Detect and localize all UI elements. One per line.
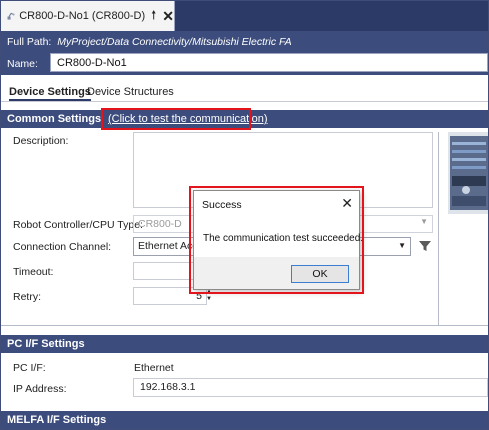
tab-title: CR800-D-No1 (CR800-D)	[19, 10, 146, 22]
retry-label: Retry:	[13, 291, 42, 303]
robot-controller-value: CR800-D	[138, 218, 182, 230]
ip-address-input[interactable]: 192.168.3.1	[133, 378, 488, 397]
close-tab-icon[interactable]: ✕	[162, 8, 174, 25]
pc-if-settings-title: PC I/F Settings	[7, 338, 85, 350]
robot-controller-label: Robot Controller/CPU Type:	[13, 219, 143, 231]
pc-if-settings-header: PC I/F Settings	[1, 335, 488, 353]
description-label: Description:	[13, 135, 69, 147]
filter-icon[interactable]	[418, 239, 432, 253]
pc-if-label: PC I/F:	[13, 362, 46, 374]
connection-channel-label: Connection Channel:	[13, 241, 112, 253]
horizontal-divider	[1, 325, 488, 326]
pc-if-value: Ethernet	[134, 362, 174, 374]
settings-tabs: Device Settings Device Structures	[1, 83, 488, 103]
pin-icon[interactable]: 🠕	[151, 6, 156, 27]
full-path: Full Path: MyProject/Data Connectivity/M…	[7, 36, 292, 48]
ip-address-value: 192.168.3.1	[140, 381, 196, 393]
ip-address-label: IP Address:	[13, 383, 67, 395]
melfa-if-settings-header: MELFA I/F Settings	[1, 411, 488, 429]
dropdown-arrow-icon: ▼	[398, 241, 406, 250]
device-icon	[7, 12, 15, 20]
dropdown-arrow-icon: ▼	[420, 217, 428, 226]
path-name-panel: Full Path: MyProject/Data Connectivity/M…	[1, 31, 488, 75]
common-settings-title: Common Settings	[7, 113, 102, 125]
document-tab[interactable]: CR800-D-No1 (CR800-D) 🠕 ✕	[1, 1, 175, 31]
full-path-value: MyProject/Data Connectivity/Mitsubishi E…	[57, 36, 292, 48]
robot-controller-icon	[448, 132, 488, 214]
full-path-label: Full Path:	[7, 36, 52, 48]
tab-device-structures[interactable]: Device Structures	[87, 86, 174, 98]
name-label: Name:	[7, 58, 38, 70]
tab-divider	[1, 101, 488, 102]
highlight-box-dialog	[189, 186, 364, 294]
device-settings-window: CR800-D-No1 (CR800-D) 🠕 ✕ Full Path: MyP…	[0, 0, 489, 430]
document-tab-strip: CR800-D-No1 (CR800-D) 🠕 ✕	[1, 1, 488, 31]
tab-device-settings[interactable]: Device Settings	[9, 86, 91, 101]
melfa-if-settings-title: MELFA I/F Settings	[7, 414, 107, 426]
timeout-label: Timeout:	[13, 266, 54, 278]
name-input[interactable]	[50, 53, 488, 72]
highlight-box-link	[101, 108, 251, 130]
vertical-divider	[438, 132, 439, 325]
